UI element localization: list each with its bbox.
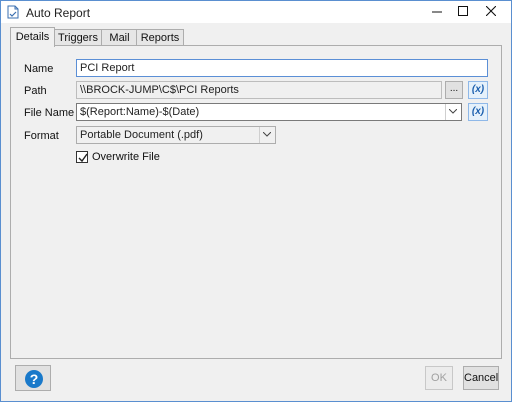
format-value: Portable Document (.pdf) <box>80 129 203 141</box>
file-name-label: File Name <box>24 107 75 119</box>
minimize-icon <box>432 11 442 13</box>
tab-triggers[interactable]: Triggers <box>53 29 103 46</box>
ok-button[interactable]: OK <box>425 366 453 390</box>
chevron-down-icon[interactable] <box>259 127 275 143</box>
close-icon <box>485 5 497 17</box>
auto-report-window: Auto Report Details Triggers Mail Report… <box>0 0 512 402</box>
name-input[interactable]: PCI Report <box>76 59 488 77</box>
file-name-variable-button[interactable]: (x) <box>468 103 488 121</box>
title-bar: Auto Report <box>1 1 511 23</box>
format-label: Format <box>24 130 59 142</box>
overwrite-label[interactable]: Overwrite File <box>92 151 160 163</box>
overwrite-checkbox[interactable] <box>76 151 88 163</box>
cancel-button[interactable]: Cancel <box>463 366 499 390</box>
report-document-icon <box>7 5 19 19</box>
chevron-down-icon[interactable] <box>445 104 461 120</box>
format-select[interactable]: Portable Document (.pdf) <box>76 126 276 144</box>
svg-text:?: ? <box>30 371 39 387</box>
checkmark-icon <box>78 153 88 163</box>
path-label: Path <box>24 85 47 97</box>
file-name-combo[interactable]: $(Report:Name)-$(Date) <box>76 103 462 121</box>
question-circle-icon: ? <box>25 370 43 388</box>
close-button[interactable] <box>476 1 506 23</box>
tab-mail[interactable]: Mail <box>101 29 138 46</box>
name-label: Name <box>24 63 54 75</box>
help-button[interactable]: ? <box>15 365 51 391</box>
browse-path-button[interactable]: ... <box>445 81 463 99</box>
tab-details[interactable]: Details <box>10 27 55 47</box>
maximize-button[interactable] <box>448 1 478 23</box>
path-variable-button[interactable]: (x) <box>468 81 488 99</box>
path-input[interactable]: \\BROCK-JUMP\C$\PCI Reports <box>76 81 442 99</box>
tab-reports[interactable]: Reports <box>136 29 184 46</box>
maximize-icon <box>458 6 468 16</box>
file-name-value: $(Report:Name)-$(Date) <box>80 106 200 118</box>
window-title: Auto Report <box>26 6 91 20</box>
